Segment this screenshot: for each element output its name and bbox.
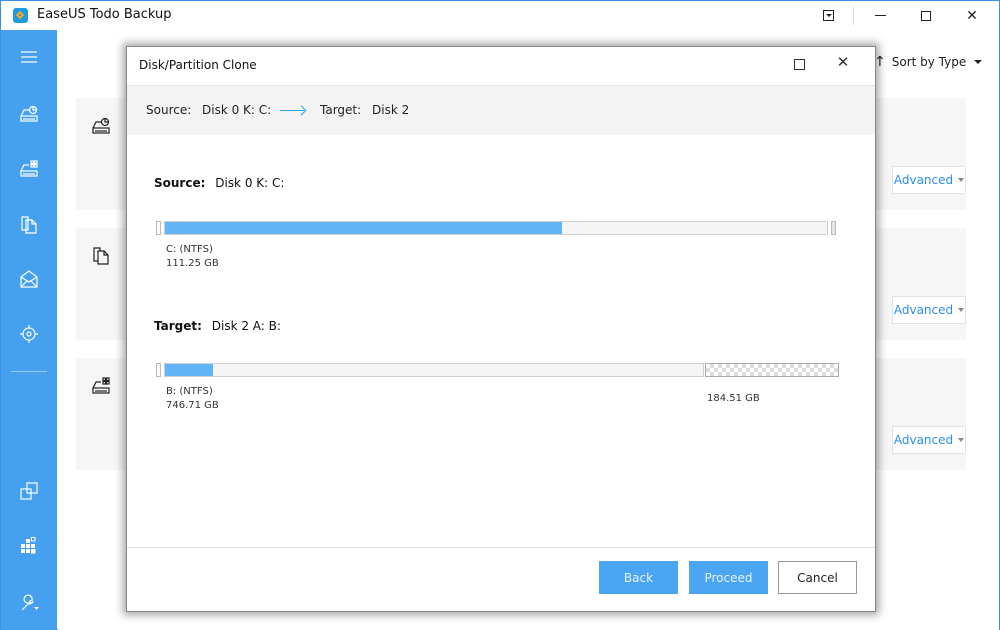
minimize-button[interactable]	[857, 1, 903, 30]
chevron-down-icon	[958, 308, 965, 312]
sidebar-item-smart-backup[interactable]	[1, 314, 57, 354]
unallocated-space[interactable]	[705, 363, 839, 377]
target-heading: Target: Disk 2 A: B:	[154, 319, 281, 333]
file-backup-icon	[21, 216, 37, 234]
dropdown-box-icon	[822, 10, 834, 21]
source-label: Source:	[154, 176, 206, 190]
advanced-dropdown[interactable]: Advanced	[892, 296, 966, 324]
path-source-value: Disk 0 K: C:	[202, 103, 272, 117]
cancel-button[interactable]: Cancel	[778, 561, 857, 594]
bar-right-handle[interactable]	[831, 221, 836, 235]
used-space-fill	[165, 364, 213, 376]
maximize-button[interactable]	[903, 1, 949, 30]
app-title: EaseUS Todo Backup	[37, 7, 172, 22]
path-source-label: Source:	[146, 103, 192, 117]
sort-by-type-button[interactable]: ↑ Sort by Type	[874, 54, 983, 70]
system-backup-icon	[20, 160, 38, 177]
footer-divider	[127, 547, 875, 548]
source-disk-map	[156, 221, 840, 235]
partition-name: C: (NTFS)	[166, 244, 213, 255]
target-partition-info: B: (NTFS) 746.71 GB	[166, 385, 219, 413]
dialog-title: Disk/Partition Clone	[139, 58, 257, 72]
bar-left-handle	[156, 363, 161, 377]
advanced-label: Advanced	[893, 433, 954, 447]
close-button[interactable]: ✕	[949, 1, 995, 30]
used-space-fill	[165, 222, 562, 234]
target-disk-map	[156, 363, 840, 377]
title-bar: EaseUS Todo Backup ✕	[1, 1, 999, 30]
wrench-settings-icon	[21, 594, 39, 611]
unallocated-size: 184.51 GB	[707, 393, 760, 404]
close-icon: ✕	[836, 53, 850, 71]
partition-name: B: (NTFS)	[166, 386, 213, 397]
proceed-button[interactable]: Proceed	[689, 561, 768, 594]
sidebar-item-file-backup[interactable]	[1, 204, 57, 244]
sidebar-item-mail-backup[interactable]	[1, 259, 57, 299]
sidebar-item-tools[interactable]	[1, 525, 57, 565]
source-disk-name: Disk 0 K: C:	[215, 176, 285, 190]
back-button[interactable]: Back	[599, 561, 678, 594]
partition-size: 111.25 GB	[166, 258, 219, 269]
tools-icon	[21, 537, 36, 554]
close-icon: ✕	[966, 7, 978, 24]
minimize-icon	[874, 15, 886, 16]
source-partition-c[interactable]	[164, 221, 828, 235]
clone-path-bar: Source: Disk 0 K: C: Target: Disk 2	[127, 85, 875, 135]
disk-backup-icon	[92, 117, 110, 134]
advanced-dropdown[interactable]: Advanced	[892, 426, 966, 454]
chevron-down-icon	[974, 60, 983, 64]
source-partition-info: C: (NTFS) 111.25 GB	[166, 243, 219, 271]
chevron-down-icon	[958, 438, 965, 442]
app-window: EaseUS Todo Backup ✕ ↑ Sort by Type Adva…	[0, 0, 1000, 630]
sidebar-item-system-backup[interactable]	[1, 148, 57, 188]
file-backup-icon	[93, 247, 109, 265]
advanced-label: Advanced	[893, 173, 954, 187]
menu-icon	[21, 51, 37, 63]
sidebar-item-disk-backup[interactable]	[1, 93, 57, 133]
bar-left-handle	[156, 221, 161, 235]
smart-backup-icon	[20, 325, 38, 343]
sidebar-menu-button[interactable]	[1, 37, 57, 77]
system-backup-icon	[92, 377, 110, 394]
sidebar-item-clone[interactable]	[1, 471, 57, 511]
target-disk-name: Disk 2 A: B:	[211, 319, 281, 333]
partition-size: 746.71 GB	[166, 400, 219, 411]
dialog-close-button[interactable]: ✕	[833, 53, 853, 71]
app-logo-icon	[13, 8, 28, 23]
path-target-value: Disk 2	[372, 103, 410, 117]
arrow-right-icon	[280, 110, 304, 111]
clone-icon	[20, 482, 38, 500]
target-partition-b[interactable]	[164, 363, 704, 377]
sidebar	[1, 30, 57, 630]
sort-label: Sort by Type	[891, 55, 967, 69]
advanced-dropdown[interactable]: Advanced	[892, 166, 966, 194]
mail-backup-icon	[20, 270, 38, 288]
sidebar-divider	[11, 371, 47, 372]
window-menu-button[interactable]	[805, 1, 851, 30]
unallocated-info: 184.51 GB	[707, 392, 760, 406]
sidebar-item-settings[interactable]	[1, 583, 57, 623]
disk-backup-icon	[20, 105, 38, 122]
titlebar-divider	[853, 7, 854, 25]
clone-dialog: Disk/Partition Clone ✕ Source: Disk 0 K:…	[126, 46, 876, 612]
maximize-icon	[921, 10, 931, 21]
target-label: Target:	[154, 319, 202, 333]
advanced-label: Advanced	[893, 303, 954, 317]
chevron-down-icon	[958, 178, 965, 182]
path-target-label: Target:	[320, 103, 362, 117]
source-heading: Source: Disk 0 K: C:	[154, 176, 284, 190]
dialog-maximize-button[interactable]	[794, 59, 805, 70]
